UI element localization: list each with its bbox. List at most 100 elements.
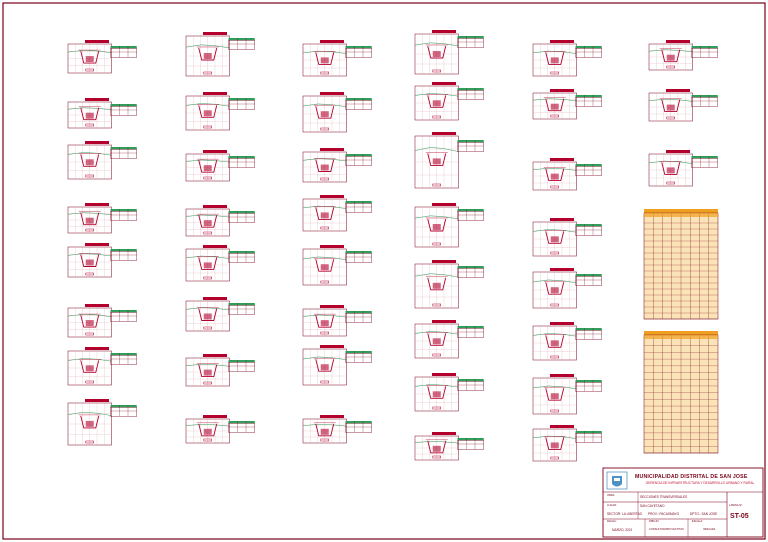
section-table xyxy=(228,423,255,433)
section-table-header xyxy=(228,38,255,41)
section-table-header xyxy=(228,156,255,159)
section-fill xyxy=(320,320,329,327)
section-fill xyxy=(203,165,212,172)
cross-section xyxy=(648,150,718,187)
municipality-shield-detail xyxy=(614,478,620,481)
section-fill xyxy=(203,110,212,117)
section-fill xyxy=(320,264,329,271)
section-table-header xyxy=(110,353,137,356)
section-table-header xyxy=(457,379,484,382)
section-fill xyxy=(432,445,441,452)
cross-section xyxy=(414,203,484,248)
cross-section xyxy=(532,322,602,361)
section-fill xyxy=(320,111,329,118)
cross-section xyxy=(302,40,372,77)
section-table-header xyxy=(110,46,137,49)
section-header xyxy=(320,148,344,151)
section-table xyxy=(457,268,484,278)
section-header xyxy=(550,218,574,221)
section-header xyxy=(320,305,344,308)
section-fill xyxy=(203,53,212,59)
section-fill xyxy=(550,287,559,294)
municipality-shield-icon xyxy=(612,476,622,487)
section-fill xyxy=(550,340,559,347)
section-header xyxy=(85,203,109,206)
section-header xyxy=(550,40,574,43)
section-table-header xyxy=(575,328,602,331)
section-header xyxy=(203,92,227,95)
cross-section xyxy=(414,82,484,121)
section-table xyxy=(110,106,137,116)
cross-section xyxy=(302,92,372,133)
volume-table-header-row xyxy=(644,213,718,217)
section-header xyxy=(320,345,344,348)
section-table xyxy=(457,440,484,450)
section-header xyxy=(203,150,227,153)
section-table-header xyxy=(228,303,255,306)
section-table-header xyxy=(575,274,602,277)
section-table xyxy=(691,158,718,168)
section-fill xyxy=(550,442,559,449)
section-table xyxy=(457,90,484,100)
section-table-header xyxy=(691,46,718,49)
section-table xyxy=(345,423,372,433)
section-table-header xyxy=(110,405,137,408)
section-table-header xyxy=(345,311,372,314)
section-fill xyxy=(320,212,329,219)
cross-section xyxy=(185,32,255,77)
section-table xyxy=(575,382,602,392)
section-header xyxy=(550,374,574,377)
section-fill xyxy=(550,236,559,243)
section-table xyxy=(228,253,255,263)
cross-section xyxy=(532,425,602,462)
section-table xyxy=(110,312,137,322)
cross-section xyxy=(648,89,718,122)
cross-section xyxy=(302,345,372,386)
cross-section xyxy=(185,205,255,237)
title-block-location: SAN CAYETANO xyxy=(640,504,665,508)
section-table-header xyxy=(110,104,137,107)
section-table xyxy=(110,355,137,365)
cross-section xyxy=(532,374,602,415)
cross-section xyxy=(185,415,255,444)
section-fill xyxy=(432,282,441,289)
section-table xyxy=(228,213,255,223)
volume-table-title xyxy=(644,209,718,213)
cross-section xyxy=(67,40,137,74)
section-table xyxy=(457,328,484,338)
section-table-header xyxy=(691,95,718,98)
section-header xyxy=(320,415,344,418)
section-table xyxy=(575,48,602,58)
section-header xyxy=(550,425,574,428)
section-header xyxy=(550,322,574,325)
section-table xyxy=(345,100,372,110)
section-fill xyxy=(666,104,675,111)
title-block-drawn-label: DIBUJO: xyxy=(649,520,660,523)
section-table xyxy=(575,330,602,340)
title-block-scale-label: ESCALA: xyxy=(692,520,703,523)
section-header xyxy=(203,245,227,248)
section-header xyxy=(203,297,227,300)
section-header xyxy=(203,205,227,208)
section-fill xyxy=(85,159,94,166)
section-table xyxy=(228,305,255,315)
section-table xyxy=(228,40,255,50)
section-table-header xyxy=(228,360,255,363)
section-table xyxy=(228,362,255,372)
cross-section xyxy=(67,98,137,129)
volume-table-header-row xyxy=(644,335,718,339)
title-block-sheet-title: SECCIONES TRANSVERSALES xyxy=(640,495,688,499)
section-table-header xyxy=(457,438,484,441)
section-header xyxy=(432,432,456,435)
cross-section xyxy=(302,195,372,232)
section-fill xyxy=(432,391,441,398)
section-table xyxy=(575,97,602,107)
section-header xyxy=(85,40,109,43)
section-fill xyxy=(203,313,212,320)
section-table-header xyxy=(575,431,602,434)
section-table-header xyxy=(345,154,372,157)
section-header xyxy=(432,203,456,206)
title-block-sheet-number: ST-05 xyxy=(730,513,749,520)
cross-section xyxy=(414,320,484,359)
cross-section xyxy=(532,218,602,257)
